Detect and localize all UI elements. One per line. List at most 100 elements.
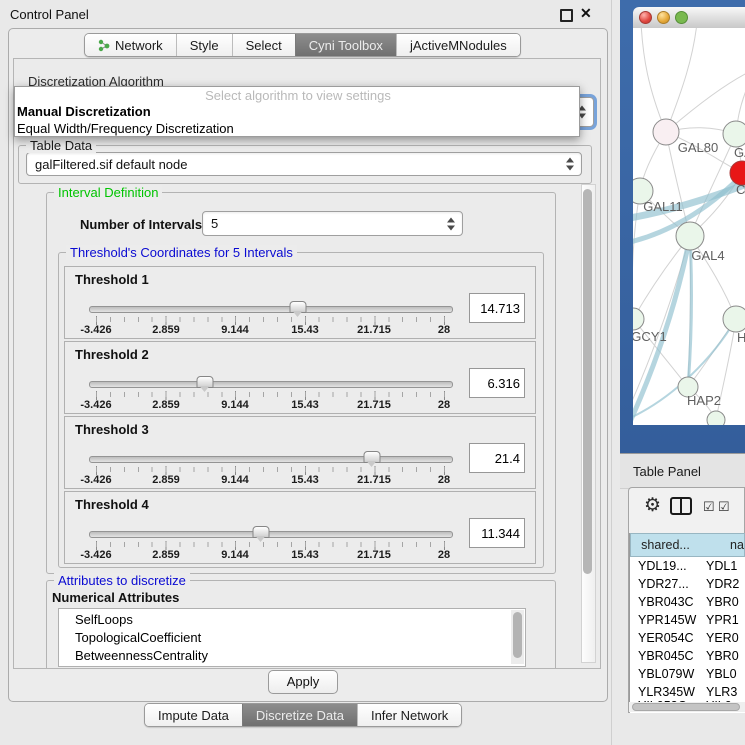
threshold-4-value-field[interactable] <box>469 518 525 548</box>
table-panel-title: Table Panel <box>633 464 701 479</box>
network-node-gcy1[interactable] <box>633 308 644 330</box>
column-header-shared-name[interactable]: shared... <box>630 533 701 557</box>
stepper-icon[interactable] <box>447 217 455 230</box>
threshold-3-slider-thumb[interactable] <box>364 451 381 463</box>
threshold-2-slider-thumb[interactable] <box>197 376 214 388</box>
num-intervals-combobox[interactable]: 5 <box>202 211 463 236</box>
close-window-icon[interactable] <box>639 11 652 24</box>
table-data-group-label: Table Data <box>26 138 96 153</box>
table-data-combobox[interactable]: galFiltered.sif default node <box>26 152 582 176</box>
network-window-titlebar[interactable] <box>633 7 745 29</box>
numerical-attributes-label: Numerical Attributes <box>52 590 179 605</box>
column-header-name[interactable]: na <box>700 533 745 557</box>
network-canvas[interactable]: GAL80 GA C GAL11 GAL4 GCY1 H HAP2 <box>633 28 745 425</box>
table-cell[interactable]: YER054C <box>630 629 700 647</box>
threshold-4-slider[interactable] <box>89 531 453 538</box>
node-label: GCY1 <box>633 329 667 344</box>
table-cell[interactable]: YPR145W <box>630 611 700 629</box>
close-panel-icon[interactable]: ✕ <box>580 5 592 22</box>
table-cell[interactable]: YDL19... <box>630 557 700 575</box>
network-node-gal80[interactable] <box>653 119 679 145</box>
tab-style[interactable]: Style <box>176 34 232 56</box>
threshold-4-slider-thumb[interactable] <box>253 526 270 538</box>
threshold-1-label: Threshold 1 <box>75 272 149 287</box>
interval-definition-label: Interval Definition <box>54 185 162 200</box>
tab-discretize-data[interactable]: Discretize Data <box>242 704 357 726</box>
threshold-2-slider[interactable] <box>89 381 453 388</box>
network-icon <box>98 39 110 52</box>
attributes-group-label: Attributes to discretize <box>54 573 190 588</box>
screen: Control Panel ✕ Network Style Select Cyn… <box>0 0 745 745</box>
network-node-h[interactable] <box>723 306 745 332</box>
content-scrollbar[interactable] <box>581 184 596 663</box>
tab-jactivemnodules[interactable]: jActiveMNodules <box>396 34 520 56</box>
threshold-3-value-field[interactable] <box>469 443 525 473</box>
minimize-window-icon[interactable] <box>657 11 670 24</box>
threshold-2-box: Threshold 2 -3.426 2.859 9.144 15.43 21.… <box>64 341 536 414</box>
threshold-2-value-field[interactable] <box>469 368 525 398</box>
panel-divider <box>611 0 612 745</box>
maximize-window-icon[interactable] <box>675 11 688 24</box>
threshold-3-box: Threshold 3 -3.426 2.859 9.144 15.43 21.… <box>64 416 536 489</box>
table-scrollbar-thumb[interactable] <box>632 703 740 711</box>
tab-select[interactable]: Select <box>232 34 295 56</box>
gear-icon[interactable]: ⚙ <box>644 494 661 517</box>
tab-infer-network[interactable]: Infer Network <box>357 704 461 726</box>
network-node-partial[interactable] <box>707 411 725 425</box>
checkbox-icon[interactable]: ☑ <box>703 499 715 515</box>
float-window-icon[interactable] <box>560 9 573 22</box>
stepper-icon[interactable] <box>566 158 574 171</box>
threshold-1-slider[interactable] <box>89 306 453 313</box>
algorithm-option-equal-width[interactable]: Equal Width/Frequency Discretization <box>17 121 579 138</box>
list-item[interactable]: BetweennessCentrality <box>59 647 525 665</box>
table-cell[interactable]: YBR0 <box>700 593 745 611</box>
content-scrollbar-thumb[interactable] <box>583 189 592 574</box>
tab-cyni-toolbox[interactable]: Cyni Toolbox <box>295 34 396 56</box>
table-cell[interactable]: YBR0 <box>700 647 745 665</box>
list-scrollbar[interactable] <box>511 610 524 664</box>
table-cell[interactable]: YER0 <box>700 629 745 647</box>
table-cell[interactable]: YBL0 <box>700 665 745 683</box>
tab-impute-data[interactable]: Impute Data <box>145 704 242 726</box>
algorithm-dropdown: Select algorithm to view settings Manual… <box>14 86 580 137</box>
threshold-1-slider-thumb[interactable] <box>290 301 307 313</box>
list-item[interactable]: TopologicalCoefficient <box>59 629 525 647</box>
table-horizontal-scrollbar[interactable] <box>630 702 745 712</box>
node-label: GA <box>734 145 745 160</box>
table-cell[interactable]: YDR2 <box>700 575 745 593</box>
panel-title: Control Panel <box>10 7 89 22</box>
threshold-4-label: Threshold 4 <box>75 497 149 512</box>
node-label: HAP2 <box>687 393 721 408</box>
threshold-3-slider[interactable] <box>89 456 453 463</box>
slider-ticks <box>96 541 445 550</box>
tab-label: Network <box>115 38 163 53</box>
network-node-gal4[interactable] <box>676 222 704 250</box>
apply-button[interactable]: Apply <box>268 670 338 694</box>
algorithm-option-prompt: Select algorithm to view settings <box>17 89 579 104</box>
tab-network[interactable]: Network <box>85 34 176 56</box>
num-intervals-label: Number of Intervals <box>80 217 202 232</box>
node-label: GAL4 <box>691 248 724 263</box>
table-cell[interactable]: YBR043C <box>630 593 700 611</box>
table-cell[interactable]: YPR1 <box>700 611 745 629</box>
numerical-attributes-list: SelfLoops TopologicalCoefficient Between… <box>58 608 526 667</box>
split-columns-icon[interactable] <box>670 497 692 515</box>
table-panel-header: Table Panel <box>620 453 745 489</box>
node-label: GAL80 <box>678 140 718 155</box>
node-label: H <box>737 330 745 345</box>
network-node-ga[interactable] <box>723 121 745 147</box>
table-cell[interactable]: YBL079W <box>630 665 700 683</box>
table-cell[interactable]: YBR045C <box>630 647 700 665</box>
node-label: C <box>736 182 745 197</box>
num-intervals-value: 5 <box>211 216 218 231</box>
checkbox-icon[interactable]: ☑ <box>718 499 730 515</box>
node-label: GAL11 <box>643 199 683 214</box>
slider-ticks <box>96 466 445 475</box>
list-item[interactable]: SelfLoops <box>59 611 525 629</box>
background <box>620 713 745 745</box>
threshold-1-value-field[interactable] <box>469 293 525 323</box>
table-cell[interactable]: YDL1 <box>700 557 745 575</box>
algorithm-option-manual[interactable]: Manual Discretization <box>17 104 579 121</box>
slider-ticks <box>96 316 445 325</box>
table-cell[interactable]: YDR27... <box>630 575 700 593</box>
